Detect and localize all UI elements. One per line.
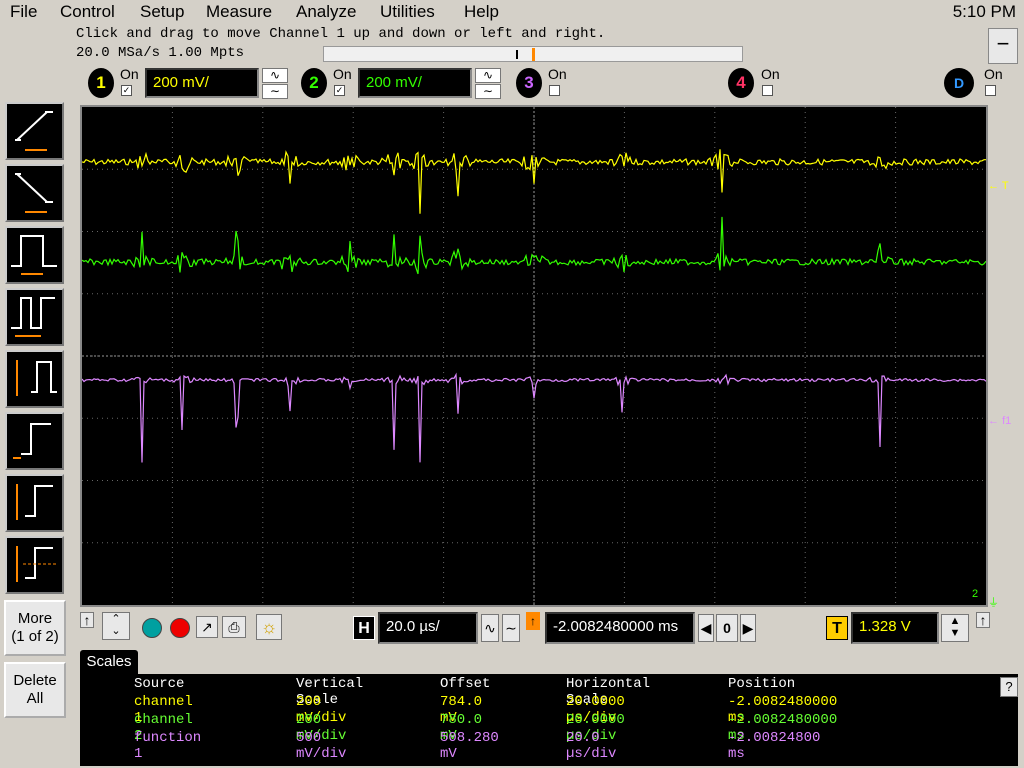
print-icon[interactable]: ⎙ [222, 616, 246, 638]
channel-2-dc-coupling-icon[interactable]: ∼ [475, 84, 501, 99]
more-button[interactable]: More (1 of 2) [4, 600, 66, 656]
row-source: function 1 [134, 730, 202, 762]
scales-panel: Source Vertical Scale Offset Horizontal … [80, 674, 1018, 766]
delay-left-arrow[interactable]: ◀ [698, 614, 714, 642]
channel-2-scale-field[interactable]: 200 mV/ [358, 68, 472, 98]
tab-scales[interactable]: Scales [80, 650, 138, 674]
coarse-adjust-icon[interactable]: ∼ [502, 614, 520, 642]
delay-zero-button[interactable]: 0 [716, 614, 738, 642]
channel-1-scale-field[interactable]: 200 mV/ [145, 68, 259, 98]
scroll-up-small-icon[interactable]: ↑ [80, 612, 94, 628]
menu-setup[interactable]: Setup [140, 2, 184, 22]
channel-3-on-checkbox[interactable] [549, 85, 560, 96]
menu-help[interactable]: Help [464, 2, 499, 22]
channel-2-on-checkbox[interactable]: ✓ [334, 85, 345, 96]
acquisition-info: 20.0 MSa/s 1.00 Mpts [76, 45, 245, 61]
trigger-pulse-width-icon[interactable] [5, 226, 64, 284]
waveform-svg [81, 107, 987, 605]
digital-channels-icon[interactable]: D [944, 68, 974, 98]
trigger-level-marker: ← T [988, 180, 1009, 192]
menu-control[interactable]: Control [60, 2, 115, 22]
timebase-overview-bar[interactable] [323, 46, 743, 62]
display-brightness-icon[interactable]: ☼ [256, 614, 282, 640]
trigger-toolbar: More (1 of 2) Delete All [0, 98, 72, 768]
horizontal-delay-field[interactable]: -2.0082480000 ms [545, 612, 695, 644]
channel-1-on-label: On [120, 66, 139, 82]
menu-utilities[interactable]: Utilities [380, 2, 435, 22]
channel-4-on-label: On [761, 66, 780, 82]
trigger-level-spinner[interactable]: ▲ ▼ [941, 614, 969, 642]
menu-measure[interactable]: Measure [206, 2, 272, 22]
header-source: Source [134, 676, 185, 692]
row-offset: 508.280 mV [440, 730, 499, 762]
view-position-marker [516, 50, 518, 59]
channel-2-icon[interactable]: 2 [301, 68, 327, 98]
digital-on-label: On [984, 66, 1003, 82]
channel-2-trace [81, 216, 987, 275]
header-offset: Offset [440, 676, 491, 692]
trigger-period-icon[interactable] [5, 288, 64, 346]
channel-1-dc-coupling-icon[interactable]: ∼ [262, 84, 288, 99]
fine-adjust-icon[interactable]: ∿ [481, 614, 499, 642]
function-1-marker: ← f1 [988, 415, 1012, 427]
channel-3-icon[interactable]: 3 [516, 68, 542, 98]
header-position: Position [728, 676, 796, 692]
trigger-transition-icon[interactable] [5, 474, 64, 532]
channel-2-ac-coupling-icon[interactable]: ∿ [475, 68, 501, 83]
trigger-position-marker [532, 48, 535, 61]
channel-1-ac-coupling-icon[interactable]: ∿ [262, 68, 288, 83]
menu-analyze[interactable]: Analyze [296, 2, 356, 22]
channel-2-on-label: On [333, 66, 352, 82]
channel-1-icon[interactable]: 1 [88, 68, 114, 98]
horizontal-scale-field[interactable]: 20.0 µs/ [378, 612, 478, 644]
delay-right-arrow[interactable]: ▶ [740, 614, 756, 642]
stop-red-icon[interactable] [170, 618, 190, 638]
trigger-setup-hold-icon[interactable] [5, 412, 64, 470]
minimize-button[interactable]: − [988, 28, 1018, 64]
delay-marker-icon: ↑ [526, 612, 540, 630]
trigger-rising-edge-icon[interactable] [5, 102, 64, 160]
delete-all-button[interactable]: Delete All [4, 662, 66, 718]
hint-text: Click and drag to move Channel 1 up and … [76, 26, 606, 42]
horizontal-label: H [353, 616, 375, 640]
channel-3-on-label: On [548, 66, 567, 82]
trigger-label: T [826, 616, 848, 640]
channel-1-on-checkbox[interactable]: ✓ [121, 85, 132, 96]
trigger-level-field[interactable]: 1.328 V [851, 612, 939, 644]
clock: 5:10 PM [952, 2, 1016, 21]
menu-bar: File Control Setup Measure Analyze Utili… [0, 0, 1024, 24]
row-hscale: 20.0 µs/div [566, 730, 617, 762]
ground-marker-icon: ⏚ [988, 597, 999, 609]
menu-file[interactable]: File [10, 2, 37, 22]
scroll-up-right-icon[interactable]: ↑ [976, 612, 990, 628]
channel-4-on-checkbox[interactable] [762, 85, 773, 96]
help-button[interactable]: ? [1000, 677, 1018, 697]
waveform-display[interactable] [80, 105, 988, 607]
digital-on-checkbox[interactable] [985, 85, 996, 96]
row-vscale: 500 mV/div [296, 730, 347, 762]
channel-2-ground-marker: 2 [972, 588, 979, 600]
autoscale-icon[interactable]: ↗ [196, 616, 218, 638]
trigger-window-icon[interactable] [5, 536, 64, 594]
vertical-nudge-icon[interactable]: ⌃ ⌄ [102, 612, 130, 640]
row-position: -2.00824800 ms [728, 730, 821, 762]
oscilloscope-app: File Control Setup Measure Analyze Utili… [0, 0, 1024, 768]
trigger-runt-icon[interactable] [5, 350, 64, 408]
trigger-falling-edge-icon[interactable] [5, 164, 64, 222]
run-status-cyan-icon[interactable] [142, 618, 162, 638]
channel-4-icon[interactable]: 4 [728, 68, 754, 98]
